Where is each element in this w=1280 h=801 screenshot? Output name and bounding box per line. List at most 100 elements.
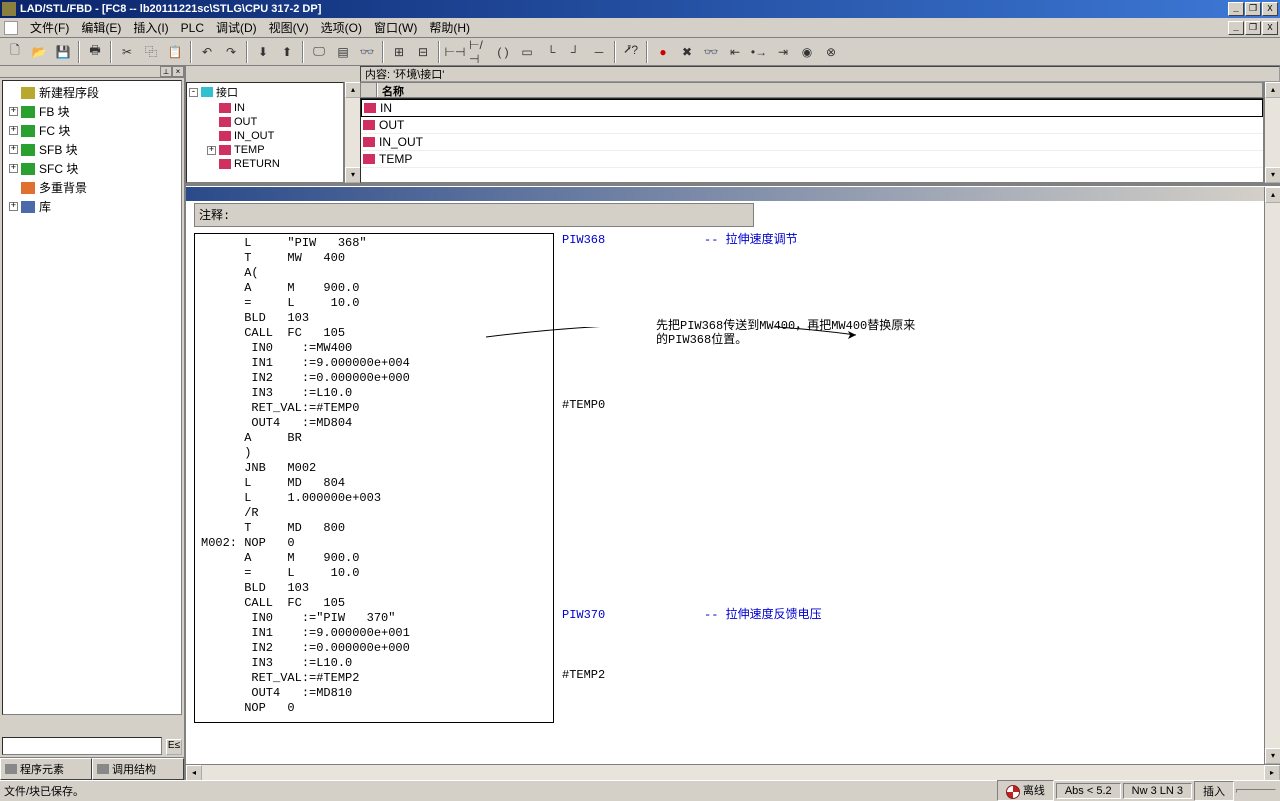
menu-file[interactable]: 文件(F) [24, 17, 75, 38]
menu-insert[interactable]: 插入(I) [127, 17, 174, 38]
interface-inout[interactable]: IN_OUT [187, 129, 343, 143]
code-line[interactable]: /R [195, 506, 553, 521]
panel-close-icon[interactable]: × [172, 66, 184, 77]
code-line[interactable]: L 1.000000e+003 [195, 491, 553, 506]
undo-icon[interactable]: ↶ [196, 41, 218, 63]
tree-lib[interactable]: + 库 [5, 197, 179, 216]
grid-row-inout[interactable]: IN_OUT [361, 134, 1263, 151]
new-icon[interactable]: 🗋 [4, 41, 26, 63]
record-icon[interactable]: ● [652, 41, 674, 63]
code-line[interactable]: = L 10.0 [195, 296, 553, 311]
breakpoint-icon[interactable]: ◉ [796, 41, 818, 63]
code-line[interactable]: CALL FC 105 [195, 596, 553, 611]
code-line[interactable]: IN0 :=MW400 [195, 341, 553, 356]
interface-in[interactable]: IN [187, 101, 343, 115]
step-icon[interactable]: •→ [748, 41, 770, 63]
grid-header-name[interactable]: 名称 [377, 83, 1263, 97]
mdi-restore-button[interactable]: ❐ [1245, 21, 1261, 35]
tree-fb[interactable]: + FB 块 [5, 102, 179, 121]
code-line[interactable]: CALL FC 105 [195, 326, 553, 341]
tree-icon[interactable]: 🖵 [308, 41, 330, 63]
expand-icon[interactable]: + [9, 126, 18, 135]
detail-icon[interactable]: ▤ [332, 41, 354, 63]
code-line[interactable]: OUT4 :=MD810 [195, 686, 553, 701]
code-line[interactable]: A( [195, 266, 553, 281]
goto-end-icon[interactable]: ⇥ [772, 41, 794, 63]
grid-row-temp[interactable]: TEMP [361, 151, 1263, 168]
tab-call-structure[interactable]: 调用结构 [92, 758, 184, 780]
grid-row-in[interactable]: IN [361, 99, 1263, 117]
expand-icon[interactable]: + [207, 146, 216, 155]
branch-icon[interactable]: ⊟ [412, 41, 434, 63]
code-line[interactable]: ) [195, 446, 553, 461]
tab-program-elements[interactable]: 程序元素 [0, 758, 92, 780]
menu-view[interactable]: 视图(V) [263, 17, 315, 38]
interface-grid-scrollbar[interactable]: ▴ ▾ [1264, 82, 1280, 183]
code-line[interactable]: = L 10.0 [195, 566, 553, 581]
branch-close-icon[interactable]: ┘ [564, 41, 586, 63]
code-line[interactable]: IN1 :=9.000000e+001 [195, 626, 553, 641]
cut-icon[interactable]: ✂ [116, 41, 138, 63]
code-line[interactable]: IN2 :=0.000000e+000 [195, 371, 553, 386]
scroll-down-icon[interactable]: ▾ [345, 167, 361, 183]
expand-icon[interactable]: + [9, 145, 18, 154]
clear-bp-icon[interactable]: ⊗ [820, 41, 842, 63]
code-line[interactable]: IN0 :="PIW 370" [195, 611, 553, 626]
tree-multi[interactable]: 多重背景 [5, 178, 179, 197]
expand-icon[interactable]: + [9, 164, 18, 173]
interface-out[interactable]: OUT [187, 115, 343, 129]
code-line[interactable]: M002: NOP 0 [195, 536, 553, 551]
code-editor[interactable]: 注释: L "PIW 368" T MW 400 A( A M 900.0 = … [186, 187, 1264, 764]
tree-sfb[interactable]: + SFB 块 [5, 140, 179, 159]
goto-start-icon[interactable]: ⇤ [724, 41, 746, 63]
copy-icon[interactable]: ⿻ [140, 41, 162, 63]
scroll-down-icon[interactable]: ▾ [1265, 748, 1280, 764]
comment-box[interactable]: 注释: [194, 203, 754, 227]
tree-new-segment[interactable]: 新建程序段 [5, 83, 179, 102]
code-line[interactable]: IN1 :=9.000000e+004 [195, 356, 553, 371]
code-line[interactable]: L MD 804 [195, 476, 553, 491]
scroll-up-icon[interactable]: ▴ [1265, 82, 1280, 98]
program-elements-tree[interactable]: 新建程序段 + FB 块 + FC 块 + SFB 块 + SFC 块 [2, 80, 182, 715]
minimize-button[interactable]: _ [1228, 2, 1244, 16]
scroll-left-icon[interactable]: ◂ [186, 765, 202, 780]
code-line[interactable]: L "PIW 368" [195, 236, 553, 251]
code-line[interactable]: BLD 103 [195, 311, 553, 326]
interface-tree-scrollbar[interactable]: ▴ ▾ [344, 82, 360, 183]
code-line[interactable]: JNB M002 [195, 461, 553, 476]
open-icon[interactable]: 📂 [28, 41, 50, 63]
maximize-button[interactable]: ❐ [1245, 2, 1261, 16]
branch-open-icon[interactable]: └ [540, 41, 562, 63]
expand-icon[interactable]: + [9, 107, 18, 116]
monitor-icon[interactable]: 👓 [356, 41, 378, 63]
scroll-track[interactable] [1265, 203, 1280, 748]
scroll-track[interactable] [345, 98, 360, 167]
code-line[interactable]: A M 900.0 [195, 551, 553, 566]
stl-code-box[interactable]: L "PIW 368" T MW 400 A( A M 900.0 = L 10… [194, 233, 554, 723]
network-icon[interactable]: ⊞ [388, 41, 410, 63]
interface-return[interactable]: RETURN [187, 157, 343, 171]
menu-options[interactable]: 选项(O) [315, 17, 368, 38]
collapse-icon[interactable]: - [189, 88, 198, 97]
scroll-down-icon[interactable]: ▾ [1265, 167, 1280, 183]
code-line[interactable]: T MW 400 [195, 251, 553, 266]
tree-fc[interactable]: + FC 块 [5, 121, 179, 140]
redo-icon[interactable]: ↷ [220, 41, 242, 63]
menu-edit[interactable]: 编辑(E) [75, 17, 127, 38]
grid-row-out[interactable]: OUT [361, 117, 1263, 134]
panel-pin-icon[interactable]: ⟂ [160, 66, 172, 77]
save-icon[interactable]: 💾 [52, 41, 74, 63]
interface-root[interactable]: - 接口 [187, 83, 343, 101]
menu-debug[interactable]: 调试(D) [210, 17, 263, 38]
code-line[interactable]: RET_VAL:=#TEMP2 [195, 671, 553, 686]
mdi-close-button[interactable]: X [1262, 21, 1278, 35]
code-line[interactable]: IN3 :=L10.0 [195, 656, 553, 671]
stop-record-icon[interactable]: ✖ [676, 41, 698, 63]
code-line[interactable]: A M 900.0 [195, 281, 553, 296]
mdi-minimize-button[interactable]: _ [1228, 21, 1244, 35]
scroll-track[interactable] [202, 765, 1264, 780]
paste-icon[interactable]: 📋 [164, 41, 186, 63]
coil-icon[interactable]: ( ) [492, 41, 514, 63]
menu-plc[interactable]: PLC [175, 19, 210, 37]
code-line[interactable]: RET_VAL:=#TEMP0 [195, 401, 553, 416]
